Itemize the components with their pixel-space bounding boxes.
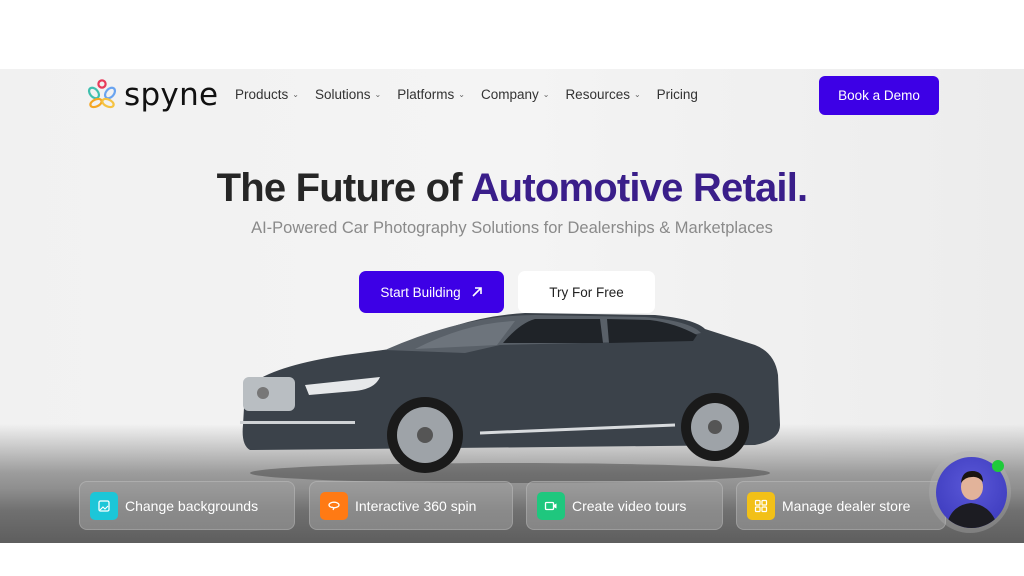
chevron-down-icon: ⌄ — [633, 90, 641, 99]
page-title: The Future of Automotive Retail. — [0, 166, 1024, 211]
chevron-down-icon: ⌄ — [292, 90, 299, 99]
start-building-label: Start Building — [380, 284, 461, 300]
nav-label: Products — [235, 87, 289, 102]
nav-item-platforms[interactable]: Platforms ⌄ — [397, 87, 465, 102]
nav-label: Platforms — [397, 87, 455, 102]
main-nav: Products ⌄ Solutions ⌄ Platforms ⌄ Compa… — [235, 87, 714, 102]
brand-name: spyne — [124, 76, 219, 113]
chevron-down-icon: ⌄ — [542, 90, 550, 99]
spyne-logo-icon — [87, 79, 117, 109]
nav-item-solutions[interactable]: Solutions ⌄ — [315, 87, 381, 102]
feature-label: Manage dealer store — [782, 497, 911, 514]
hero-section: spyne Products ⌄ Solutions ⌄ Platforms ⌄… — [0, 69, 1024, 543]
headline-plain: The Future of — [216, 166, 471, 210]
arrow-up-right-icon — [472, 287, 482, 297]
image-icon — [90, 491, 118, 520]
nav-label: Pricing — [656, 87, 698, 102]
video-camera-icon — [537, 491, 565, 520]
feature-interactive-360-spin[interactable]: Interactive 360 spin — [309, 481, 513, 530]
car-image — [240, 313, 781, 483]
chevron-down-icon: ⌄ — [458, 90, 465, 99]
nav-label: Company — [480, 87, 539, 102]
logo[interactable]: spyne — [86, 79, 218, 111]
subheadline: AI-Powered Car Photography Solutions for… — [251, 219, 773, 237]
online-status-indicator — [992, 460, 1004, 472]
book-demo-button[interactable]: Book a Demo — [819, 76, 939, 115]
feature-create-video-tours[interactable]: Create video tours — [526, 481, 723, 530]
feature-label: Change backgrounds — [125, 497, 259, 514]
chevron-down-icon: ⌄ — [374, 90, 382, 99]
headline-accent: Automotive Retail. — [470, 166, 809, 210]
nav-label: Solutions — [314, 87, 371, 102]
start-building-button[interactable]: Start Building — [359, 271, 504, 313]
nav-label: Resources — [565, 87, 630, 102]
nav-item-pricing[interactable]: Pricing — [657, 87, 698, 102]
feature-manage-dealer-store[interactable]: Manage dealer store — [736, 481, 946, 530]
nav-item-resources[interactable]: Resources ⌄ — [565, 87, 640, 102]
grid-icon — [747, 491, 775, 520]
feature-change-backgrounds[interactable]: Change backgrounds — [79, 481, 295, 530]
nav-item-products[interactable]: Products ⌄ — [235, 87, 299, 102]
try-for-free-button[interactable]: Try For Free — [518, 271, 655, 313]
feature-label: Create video tours — [572, 497, 687, 514]
rotate-360-icon — [320, 491, 348, 520]
nav-item-company[interactable]: Company ⌄ — [481, 87, 549, 102]
feature-label: Interactive 360 spin — [355, 497, 477, 514]
